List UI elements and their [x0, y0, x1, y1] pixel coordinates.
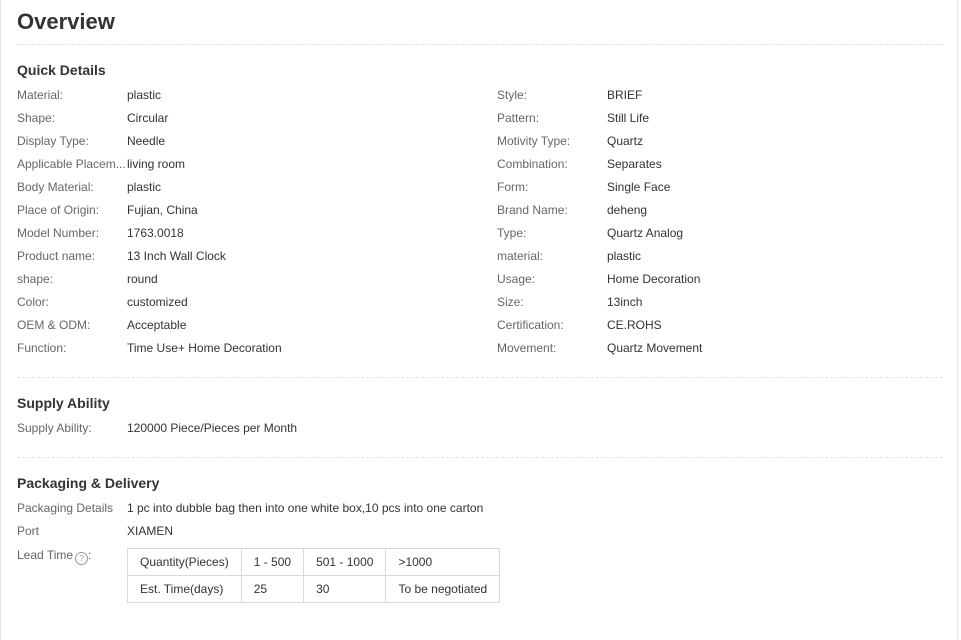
- detail-value: Still Life: [607, 111, 650, 125]
- detail-label: Certification:: [497, 318, 564, 332]
- detail-label: Type:: [497, 226, 527, 240]
- detail-value: living room: [127, 157, 186, 171]
- detail-value: Single Face: [607, 180, 671, 194]
- detail-label: OEM & ODM:: [17, 318, 91, 332]
- packaging-delivery-heading: Packaging & Delivery: [17, 475, 160, 491]
- detail-label: Place of Origin:: [17, 203, 100, 217]
- detail-value: Quartz: [607, 134, 644, 148]
- detail-value: round: [127, 272, 158, 286]
- lead-time-colon: :: [88, 548, 92, 562]
- port-value: XIAMEN: [127, 524, 174, 538]
- lead-time-cell: 25: [240, 575, 305, 603]
- detail-label: Shape:: [17, 111, 56, 125]
- lead-time-cell: To be negotiated: [385, 575, 501, 603]
- quick-details-heading: Quick Details: [17, 62, 106, 78]
- detail-value: plastic: [127, 180, 162, 194]
- detail-value: plastic: [127, 88, 162, 102]
- detail-value: Fujian, China: [127, 203, 198, 217]
- detail-value: Acceptable: [127, 318, 187, 332]
- supply-ability-heading: Supply Ability: [17, 395, 110, 411]
- lead-time-cell: 30: [303, 575, 387, 603]
- detail-label: Combination:: [497, 157, 568, 171]
- detail-value: Quartz Movement: [607, 341, 703, 355]
- detail-label: Body Material:: [17, 180, 94, 194]
- detail-value: Quartz Analog: [607, 226, 684, 240]
- detail-value: Home Decoration: [607, 272, 701, 286]
- detail-value: 13 Inch Wall Clock: [127, 249, 226, 263]
- lead-time-table: Quantity(Pieces) 1 - 500 501 - 1000 >100…: [127, 548, 501, 603]
- product-overview-panel: Overview Quick Details Material: plastic S…: [0, 0, 958, 640]
- detail-label: Model Number:: [17, 226, 100, 240]
- lead-time-label-group: Lead Time?:: [17, 548, 91, 565]
- detail-label: Pattern:: [497, 111, 540, 125]
- detail-value: BRIEF: [607, 88, 643, 102]
- lead-time-label: Lead Time: [17, 548, 74, 562]
- detail-value: customized: [127, 295, 188, 309]
- supply-ability-label: Supply Ability:: [17, 421, 92, 435]
- detail-label: Movement:: [497, 341, 557, 355]
- divider: [17, 377, 943, 378]
- lead-time-cell: >1000: [385, 548, 501, 576]
- packaging-details-value: 1 pc into dubble bag then into one white…: [127, 501, 484, 515]
- lead-time-cell: Quantity(Pieces): [127, 548, 242, 576]
- detail-label: Applicable Placem...: [17, 157, 126, 171]
- detail-value: deheng: [607, 203, 648, 217]
- detail-label: Color:: [17, 295, 50, 309]
- detail-value: plastic: [607, 249, 642, 263]
- detail-value: Needle: [127, 134, 166, 148]
- detail-label: Material:: [17, 88, 64, 102]
- lead-time-data-row: Est. Time(days) 25 30 To be negotiated: [127, 575, 501, 603]
- detail-label: Size:: [497, 295, 524, 309]
- question-circle-icon[interactable]: ?: [75, 552, 89, 565]
- detail-label: Style:: [497, 88, 528, 102]
- divider: [17, 457, 943, 458]
- page-title: Overview: [17, 9, 115, 34]
- detail-value: Separates: [607, 157, 662, 171]
- lead-time-cell: 1 - 500: [240, 548, 305, 576]
- detail-label: Usage:: [497, 272, 536, 286]
- detail-label: shape:: [17, 272, 54, 286]
- help-glyph: ?: [79, 554, 84, 563]
- packaging-details-label: Packaging Details: [17, 501, 114, 515]
- lead-time-header-row: Quantity(Pieces) 1 - 500 501 - 1000 >100…: [127, 548, 501, 576]
- detail-value: CE.ROHS: [607, 318, 662, 332]
- detail-label: Function:: [17, 341, 67, 355]
- detail-value: Time Use+ Home Decoration: [127, 341, 282, 355]
- detail-value: Circular: [127, 111, 169, 125]
- lead-time-cell: Est. Time(days): [127, 575, 242, 603]
- detail-label: Display Type:: [17, 134, 89, 148]
- detail-label: Form:: [497, 180, 529, 194]
- detail-value: 13inch: [607, 295, 643, 309]
- detail-label: Motivity Type:: [497, 134, 571, 148]
- detail-label: material:: [497, 249, 544, 263]
- detail-value: 1763.0018: [127, 226, 184, 240]
- detail-label: Brand Name:: [497, 203, 568, 217]
- detail-label: Product name:: [17, 249, 96, 263]
- port-label: Port: [17, 524, 40, 538]
- supply-ability-value: 120000 Piece/Pieces per Month: [127, 421, 298, 435]
- divider: [17, 44, 943, 45]
- lead-time-cell: 501 - 1000: [303, 548, 387, 576]
